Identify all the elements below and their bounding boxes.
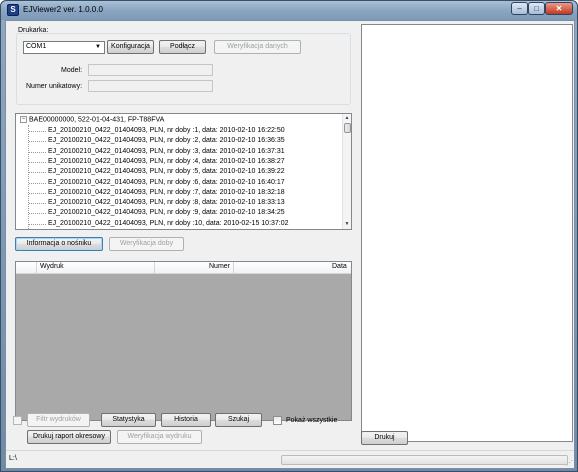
printout-preview[interactable]	[361, 24, 573, 442]
tree-guide-line	[29, 223, 46, 225]
periodic-report-button[interactable]: Drukuj raport okresowy	[27, 430, 111, 444]
filter-printouts-button[interactable]: Filtr wydruków	[27, 413, 90, 427]
printouts-list[interactable]: Wydruk Numer Data	[15, 261, 352, 421]
close-button[interactable]: ✕	[545, 2, 573, 15]
app-window: S EJViewer2 ver. 1.0.0.0 – □ ✕ Drukarka:…	[0, 0, 578, 472]
medium-info-button[interactable]: Informacja o nośniku	[15, 237, 103, 251]
tree-scrollbar[interactable]: ▲ ▼	[342, 114, 351, 229]
tree-guide-line	[29, 131, 46, 132]
filter-checkbox[interactable]	[13, 416, 22, 425]
show-all-checkbox[interactable]	[273, 416, 282, 425]
configure-button[interactable]: Konfiguracja	[107, 40, 154, 54]
scroll-up-icon[interactable]: ▲	[343, 114, 351, 123]
tree-item[interactable]: EJ_20100210_0422_01404093, PLN, nr doby …	[48, 199, 285, 206]
column-header-date[interactable]: Data	[332, 263, 347, 270]
column-separator[interactable]	[233, 262, 234, 274]
app-icon: S	[7, 4, 19, 16]
client-area: Drukarka: COM1 ▼ Konfiguracja Podłącz We…	[5, 20, 575, 469]
tree-root[interactable]: − BAE00000000, 522-01-04-431, FP-T88FVA	[20, 116, 164, 123]
tree-item[interactable]: EJ_20100210_0422_01404093, PLN, nr doby …	[48, 148, 285, 155]
port-select-value: COM1	[26, 43, 47, 50]
verify-day-button[interactable]: Weryfikacja doby	[109, 237, 184, 251]
collapse-icon[interactable]: −	[20, 116, 27, 123]
tree-guide-line	[29, 203, 46, 205]
tree-item[interactable]: EJ_20100210_0422_01404093, PLN, nr doby …	[48, 179, 285, 186]
verify-data-button[interactable]: Weryfikacja danych	[214, 40, 301, 54]
progress-bar	[281, 455, 568, 465]
history-button[interactable]: Historia	[161, 413, 211, 427]
print-button[interactable]: Drukuj	[361, 431, 408, 445]
chevron-down-icon: ▼	[95, 44, 101, 50]
tree-guide-line	[29, 192, 46, 194]
statistics-button[interactable]: Statystyka	[101, 413, 156, 427]
scroll-thumb[interactable]	[344, 123, 351, 133]
tree-item[interactable]: EJ_20100210_0422_01404093, PLN, nr doby …	[48, 127, 285, 134]
serial-label: Numer unikatowy:	[26, 83, 83, 90]
title-bar[interactable]: S EJViewer2 ver. 1.0.0.0 – □ ✕	[1, 1, 577, 20]
minimize-button[interactable]: –	[511, 2, 528, 15]
search-button[interactable]: Szukaj	[215, 413, 262, 427]
connect-button[interactable]: Podłącz	[159, 40, 206, 54]
scroll-down-icon[interactable]: ▼	[343, 220, 351, 229]
tree-item[interactable]: EJ_20100210_0422_01404093, PLN, nr doby …	[48, 220, 289, 227]
status-path: L:\	[9, 455, 17, 462]
journal-tree[interactable]: − BAE00000000, 522-01-04-431, FP-T88FVA E…	[15, 113, 352, 230]
port-select[interactable]: COM1 ▼	[23, 41, 105, 54]
window-title: EJViewer2 ver. 1.0.0.0	[23, 5, 103, 14]
model-field[interactable]	[88, 64, 213, 76]
tree-item[interactable]: EJ_20100210_0422_01404093, PLN, nr doby …	[48, 168, 285, 175]
column-header-printout[interactable]: Wydruk	[40, 263, 64, 270]
tree-guide-line	[29, 182, 46, 184]
model-label: Model:	[61, 67, 83, 74]
verify-printout-button[interactable]: Weryfikacja wydruku	[117, 430, 202, 444]
status-bar: L:\ ⋰	[6, 450, 574, 468]
tree-guide-line	[29, 213, 46, 215]
tree-item[interactable]: EJ_20100210_0422_01404093, PLN, nr doby …	[48, 209, 285, 216]
tree-item[interactable]: EJ_20100210_0422_01404093, PLN, nr doby …	[48, 189, 285, 196]
tree-guide-line	[29, 141, 46, 143]
resize-grip-icon[interactable]: ⋰	[566, 459, 573, 467]
column-header-number[interactable]: Numer	[209, 263, 230, 270]
tree-root-label: BAE00000000, 522-01-04-431, FP-T88FVA	[29, 116, 165, 124]
tree-guide-line	[29, 172, 46, 174]
column-separator[interactable]	[36, 262, 37, 274]
tree-item[interactable]: EJ_20100210_0422_01404093, PLN, nr doby …	[48, 158, 285, 165]
show-all-label: Pokaż wszystkie	[286, 417, 338, 424]
maximize-button[interactable]: □	[528, 2, 545, 15]
column-separator[interactable]	[154, 262, 155, 274]
printouts-list-header: Wydruk Numer Data	[16, 262, 351, 274]
tree-item[interactable]: EJ_20100210_0422_01404093, PLN, nr doby …	[48, 137, 285, 144]
tree-guide-line	[29, 151, 46, 153]
serial-field[interactable]	[88, 80, 213, 92]
tree-guide-line	[29, 161, 46, 163]
